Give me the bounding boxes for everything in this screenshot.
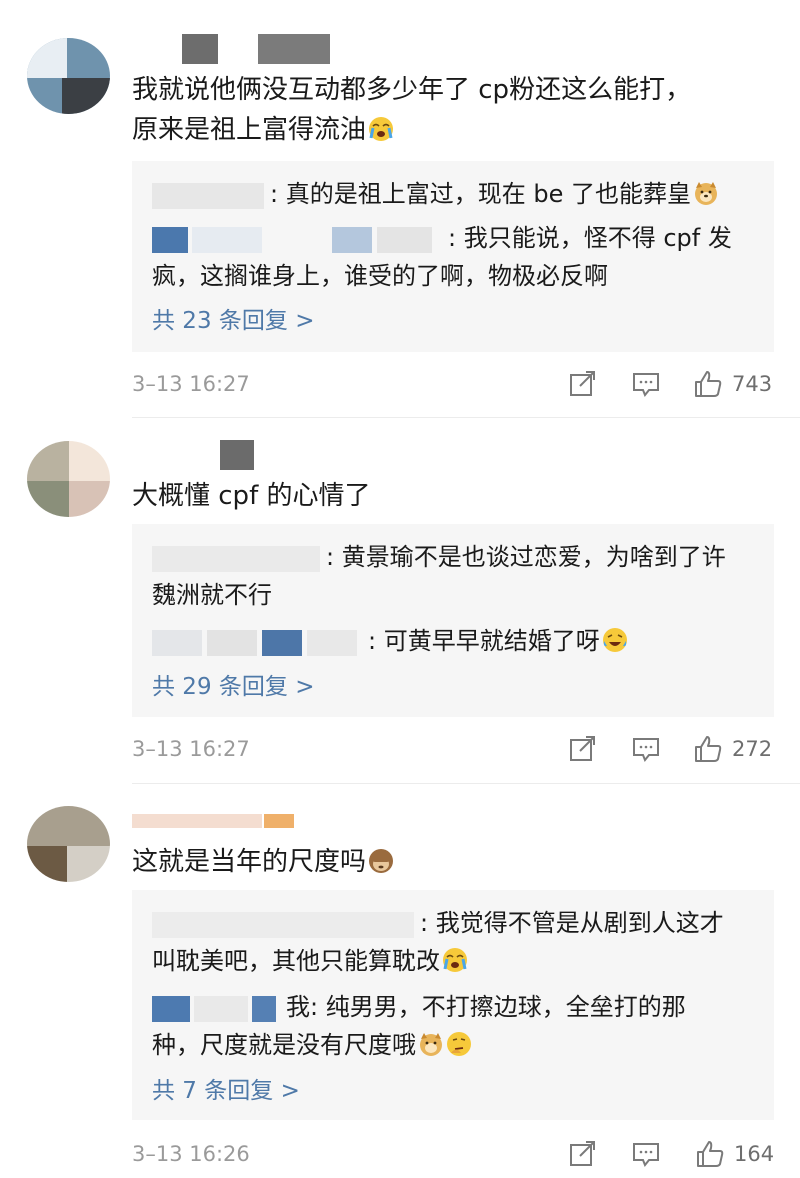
reply-preview-box[interactable]: : 我觉得不管是从剧到人这才 叫耽美吧，其他只能算耽改 我: 纯男男，不打擦边球… bbox=[132, 890, 774, 1120]
more-replies-link[interactable]: 共 23 条回复 > bbox=[152, 304, 314, 338]
reply-username-masked bbox=[152, 627, 362, 657]
reply-item[interactable]: : 可黄早早就结婚了呀 bbox=[152, 622, 757, 660]
reply-username-masked bbox=[152, 909, 414, 939]
see-no-evil-monkey-emoji bbox=[369, 849, 394, 873]
reply-item[interactable]: : 我觉得不管是从剧到人这才 叫耽美吧，其他只能算耽改 bbox=[152, 904, 757, 980]
masked-username-block bbox=[132, 814, 262, 828]
username[interactable] bbox=[132, 440, 254, 470]
like-count: 743 bbox=[732, 372, 773, 396]
doge-thinking-emoji bbox=[420, 1032, 471, 1056]
masked-username-block bbox=[258, 34, 330, 64]
comment-item: 这就是当年的尺度吗 : 我觉得不管是从剧到人这才 叫耽美吧，其他只能算耽改 我:… bbox=[0, 784, 800, 1178]
reply-preview-box[interactable]: : 真的是祖上富过，现在 be 了也能葬皇 : 我只能说，怪不得 cpf 发 疯… bbox=[132, 161, 774, 352]
avatar[interactable] bbox=[27, 441, 110, 517]
avatar[interactable] bbox=[27, 38, 110, 114]
reply-username-masked bbox=[152, 993, 280, 1023]
comment-meta-bar: 3–13 16:27 743 bbox=[132, 367, 774, 401]
reply-item[interactable]: 我: 纯男男，不打擦边球，全垒打的那 种，尺度就是没有尺度哦 bbox=[152, 988, 757, 1064]
comment-text: 我就说他俩没互动都多少年了 cp粉还这么能打， 原来是祖上富得流油 bbox=[132, 70, 752, 150]
masked-username-block bbox=[264, 814, 294, 828]
comment-text-line: 这就是当年的尺度吗 bbox=[132, 847, 367, 877]
masked-username-block bbox=[182, 34, 218, 64]
like-count: 272 bbox=[732, 737, 773, 761]
thumbs-up-icon[interactable] bbox=[693, 734, 723, 764]
share-icon[interactable] bbox=[568, 1139, 598, 1169]
comment-meta-bar: 3–13 16:26 164 bbox=[132, 1137, 774, 1171]
reply-text: : 我只能说，怪不得 cpf 发 bbox=[448, 224, 732, 252]
more-replies-link[interactable]: 共 29 条回复 > bbox=[152, 670, 314, 704]
share-icon[interactable] bbox=[568, 369, 598, 399]
comment-text-line2: 原来是祖上富得流油 bbox=[132, 115, 367, 145]
reply-username-masked bbox=[152, 543, 320, 573]
reply-item[interactable]: : 我只能说，怪不得 cpf 发 疯，这搁谁身上，谁受的了啊，物极必反啊 bbox=[152, 219, 757, 295]
laughing-tears-emoji bbox=[602, 628, 627, 652]
comment-text: 大概懂 cpf 的心情了 bbox=[132, 481, 371, 511]
avatar[interactable] bbox=[27, 806, 110, 882]
reply-text: : 黄景瑜不是也谈过恋爱，为啥到了许 bbox=[326, 543, 726, 571]
reply-text: : 真的是祖上富过，现在 be 了也能葬皇 bbox=[270, 180, 691, 208]
reply-text: : 可黄早早就结婚了呀 bbox=[368, 627, 600, 655]
reply-text-line2: 疯，这搁谁身上，谁受的了啊，物极必反啊 bbox=[152, 262, 608, 290]
masked-username-block bbox=[220, 440, 254, 470]
comment-item: 大概懂 cpf 的心情了 : 黄景瑜不是也谈过恋爱，为啥到了许 魏洲就不行 : … bbox=[0, 418, 800, 784]
reply-text-line2: 魏洲就不行 bbox=[152, 581, 272, 609]
comment-icon[interactable] bbox=[631, 369, 661, 399]
share-icon[interactable] bbox=[568, 734, 598, 764]
reply-preview-box[interactable]: : 黄景瑜不是也谈过恋爱，为啥到了许 魏洲就不行 : 可黄早早就结婚了呀 共 2… bbox=[132, 524, 774, 717]
timestamp: 3–13 16:27 bbox=[132, 372, 250, 396]
thumbs-up-icon[interactable] bbox=[693, 369, 723, 399]
comment-item: 我就说他俩没互动都多少年了 cp粉还这么能打， 原来是祖上富得流油 : 真的是祖… bbox=[0, 0, 800, 418]
more-replies-link[interactable]: 共 7 条回复 > bbox=[152, 1074, 300, 1108]
doge-emoji bbox=[694, 182, 717, 205]
comment-meta-bar: 3–13 16:27 272 bbox=[132, 732, 774, 766]
crying-face-emoji bbox=[369, 117, 394, 141]
comment-icon[interactable] bbox=[631, 734, 661, 764]
reply-text-line2: 种，尺度就是没有尺度哦 bbox=[152, 1031, 416, 1059]
reply-text-line2: 叫耽美吧，其他只能算耽改 bbox=[152, 947, 440, 975]
reply-text: 我: 纯男男，不打擦边球，全垒打的那 bbox=[286, 993, 686, 1021]
comment-text-line: 我就说他俩没互动都多少年了 cp粉还这么能打， bbox=[132, 75, 692, 105]
reply-username-masked bbox=[152, 224, 442, 254]
comment-text-line: 原来是祖上富得流油 bbox=[132, 110, 752, 150]
like-count: 164 bbox=[734, 1142, 775, 1166]
reply-text: : 我觉得不管是从剧到人这才 bbox=[420, 909, 724, 937]
crying-face-emoji bbox=[443, 948, 467, 972]
reply-item[interactable]: : 黄景瑜不是也谈过恋爱，为啥到了许 魏洲就不行 bbox=[152, 538, 757, 614]
reply-item[interactable]: : 真的是祖上富过，现在 be 了也能葬皇 bbox=[152, 175, 757, 213]
username[interactable] bbox=[132, 34, 330, 64]
timestamp: 3–13 16:27 bbox=[132, 737, 250, 761]
reply-username-masked bbox=[152, 180, 264, 210]
comment-icon[interactable] bbox=[631, 1139, 661, 1169]
thumbs-up-icon[interactable] bbox=[695, 1139, 725, 1169]
comment-text: 这就是当年的尺度吗 bbox=[132, 842, 752, 882]
timestamp: 3–13 16:26 bbox=[132, 1142, 250, 1166]
username[interactable] bbox=[132, 806, 294, 836]
